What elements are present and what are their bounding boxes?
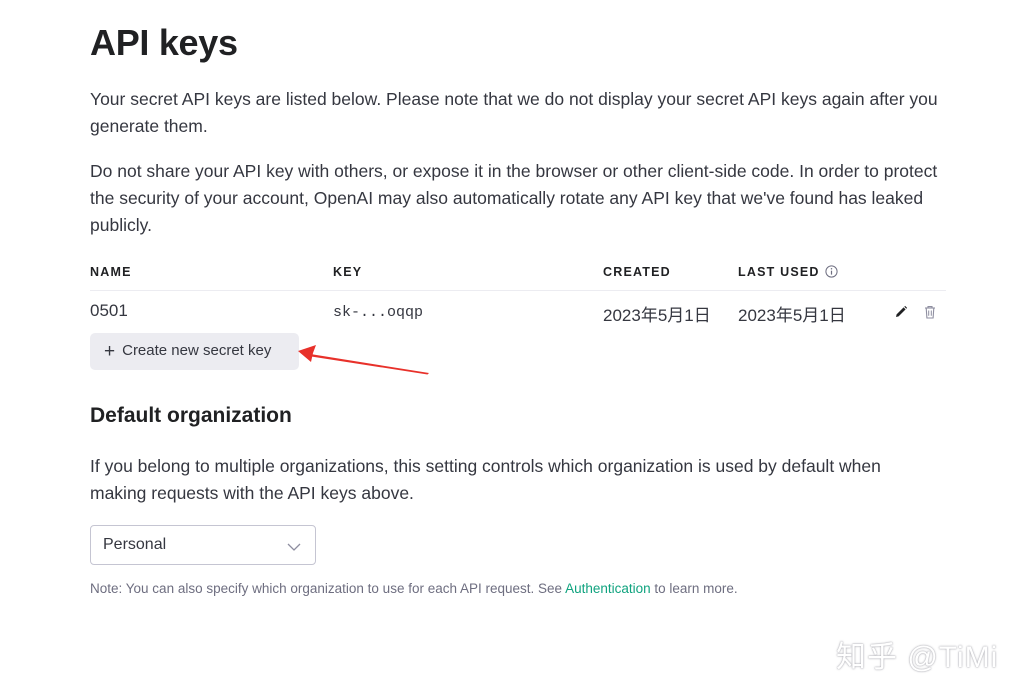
watermark: 知乎 @TiMi (836, 641, 999, 674)
key-last-used-date: 2023年5月1日 (738, 306, 846, 325)
default-organization-description: If you belong to multiple organizations,… (90, 456, 881, 503)
info-icon[interactable] (825, 265, 838, 281)
note-prefix: Note: You can also specify which organiz… (90, 581, 566, 596)
default-organization-heading: Default organization (90, 404, 292, 427)
organization-select[interactable]: Personal (90, 525, 316, 565)
chevron-down-icon (287, 539, 301, 557)
key-name: 0501 (90, 301, 128, 320)
column-header-name: NAME (90, 265, 132, 279)
trash-icon[interactable] (922, 304, 938, 320)
organization-note: Note: You can also specify which organiz… (90, 581, 738, 596)
security-warning-text: Do not share your API key with others, o… (90, 161, 938, 235)
organization-select-value: Personal (103, 536, 167, 553)
api-keys-table: NAME KEY CREATED LAST USED 0501 sk-...oq… (90, 258, 946, 333)
table-header: NAME KEY CREATED LAST USED (90, 258, 946, 291)
pencil-icon[interactable] (893, 304, 909, 320)
intro-text: Your secret API keys are listed below. P… (90, 89, 938, 136)
table-row: 0501 sk-...oqqp 2023年5月1日 2023年5月1日 (90, 291, 946, 333)
red-arrow-annotation (298, 345, 429, 375)
create-button-label: Create new secret key (122, 341, 272, 359)
note-suffix: to learn more. (650, 581, 738, 596)
key-masked-value: sk-...oqqp (333, 304, 424, 321)
api-keys-page: API keys Your secret API keys are listed… (0, 0, 1024, 696)
key-created-date: 2023年5月1日 (603, 306, 711, 325)
plus-icon: + (104, 340, 116, 362)
column-header-last-used: LAST USED (738, 265, 838, 281)
page-title: API keys (90, 22, 238, 63)
column-header-last-used-label: LAST USED (738, 265, 820, 279)
create-new-secret-key-button[interactable]: + Create new secret key (90, 333, 299, 370)
authentication-link[interactable]: Authentication (565, 581, 651, 596)
column-header-key: KEY (333, 265, 363, 279)
column-header-created: CREATED (603, 265, 671, 279)
